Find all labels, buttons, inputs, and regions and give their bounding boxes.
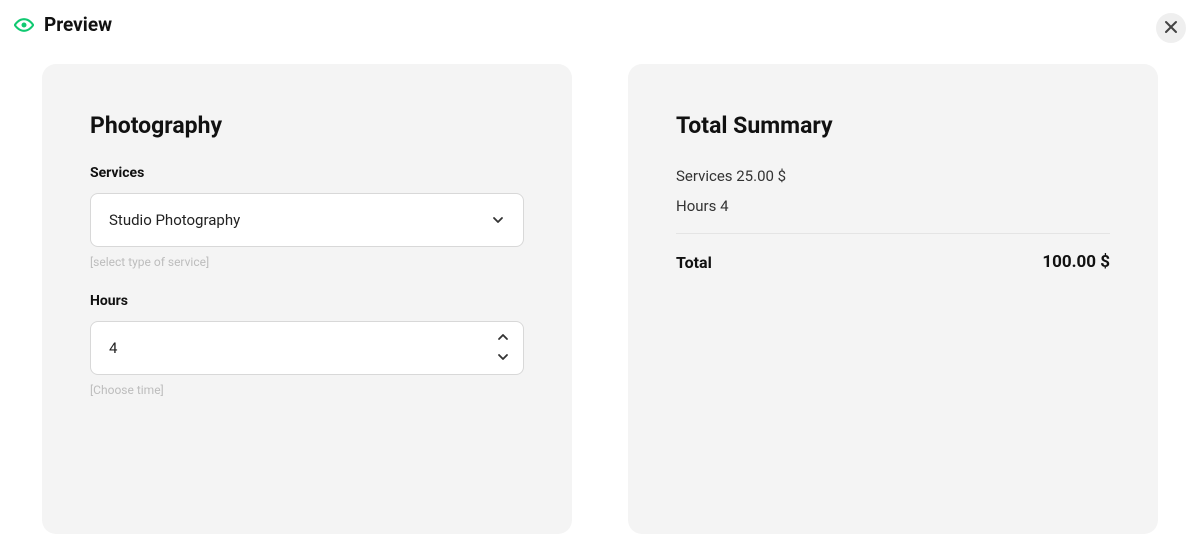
summary-panel: Total Summary Services 25.00 $ Hours 4 T…	[628, 64, 1158, 534]
services-selected-value: Studio Photography	[109, 211, 491, 229]
summary-hours-line: Hours 4	[676, 197, 1110, 215]
total-amount: 100.00 $	[1042, 252, 1110, 272]
chevron-down-icon	[491, 213, 505, 227]
form-panel: Photography Services Studio Photography …	[42, 64, 572, 534]
stepper-down-button[interactable]	[493, 350, 513, 366]
hours-value: 4	[109, 339, 493, 357]
close-icon	[1164, 19, 1178, 38]
preview-icon	[14, 15, 34, 35]
summary-services-line: Services 25.00 $	[676, 167, 1110, 185]
services-select[interactable]: Studio Photography	[90, 193, 524, 247]
panels-container: Photography Services Studio Photography …	[0, 49, 1200, 534]
chevron-down-icon	[496, 349, 510, 368]
page-title: Preview	[44, 13, 112, 36]
services-hint: [select type of service]	[90, 255, 524, 269]
close-button[interactable]	[1156, 13, 1186, 43]
header: Preview	[0, 0, 1200, 49]
form-title: Photography	[90, 112, 524, 139]
hours-label: Hours	[90, 293, 524, 309]
total-row: Total 100.00 $	[676, 252, 1110, 272]
services-label: Services	[90, 165, 524, 181]
hours-hint: [Choose time]	[90, 383, 524, 397]
stepper-up-button[interactable]	[493, 330, 513, 346]
chevron-up-icon	[496, 329, 510, 348]
summary-title: Total Summary	[676, 112, 1110, 139]
hours-input[interactable]: 4	[90, 321, 524, 375]
hours-stepper	[493, 330, 513, 366]
summary-divider	[676, 233, 1110, 234]
total-label: Total	[676, 253, 712, 272]
